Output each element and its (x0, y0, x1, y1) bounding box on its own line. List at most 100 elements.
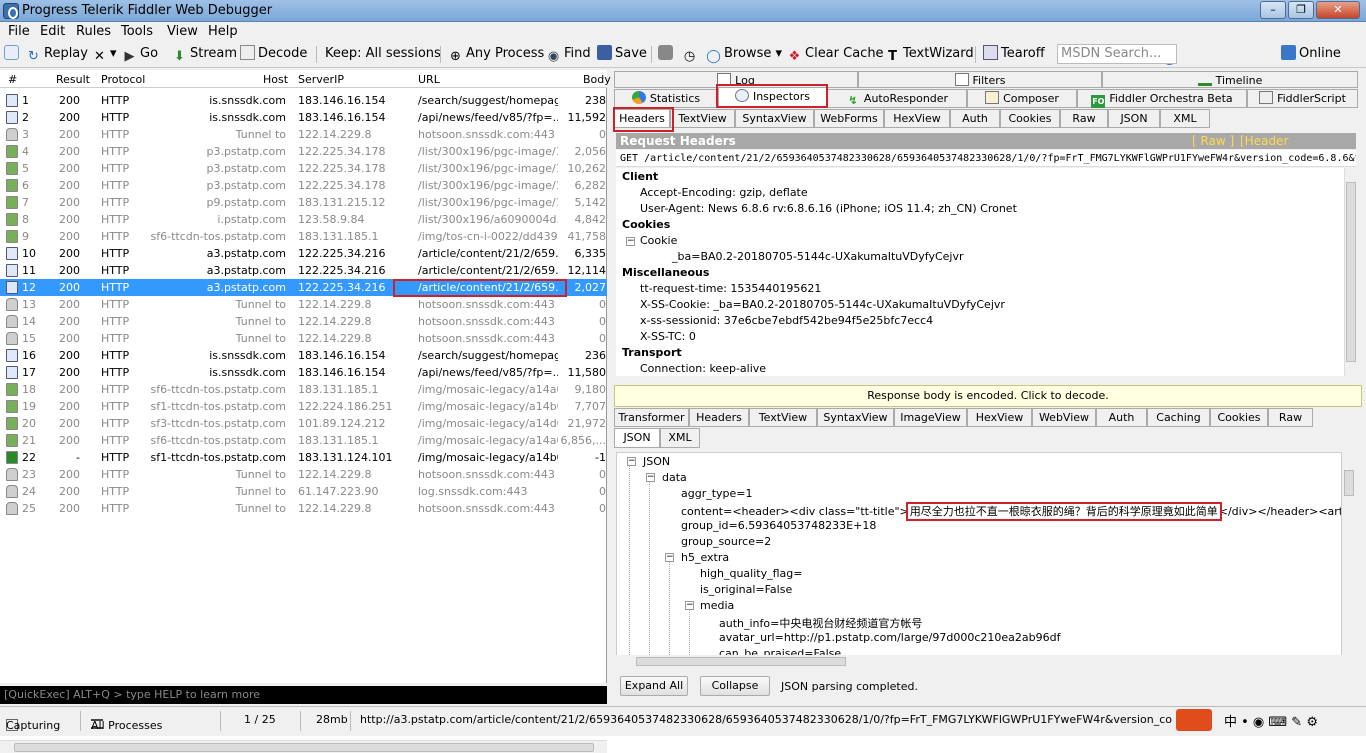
textwizard-button[interactable]: T TextWizard (885, 45, 974, 65)
stream-button[interactable]: ⬇ Stream (172, 45, 237, 65)
session-row[interactable]: 25 200 HTTP Tunnel to 122.14.229.8 hotsoon.sn… (0, 500, 607, 517)
keep-sessions-dropdown[interactable]: Keep: All sessions (325, 45, 441, 65)
session-row[interactable]: 9 200 HTTP sf6-ttcdn-tos.pstatp.com 183.131.… (0, 228, 607, 245)
req-tab-headers[interactable]: Headers (614, 109, 670, 128)
tab-filters[interactable]: Filters (858, 71, 1102, 88)
timer-button[interactable]: ◷ (682, 45, 700, 65)
resp-tab-raw[interactable]: Raw (1268, 408, 1313, 427)
session-row[interactable]: 22 - HTTP sf1-ttcdn-tos.pstatp.com 183.131.1… (0, 449, 607, 466)
any-process-button[interactable]: ⊕ Any Process (448, 45, 544, 65)
collapse-toggle-icon[interactable]: − (685, 601, 694, 610)
msdn-search-input[interactable]: MSDN Search... (1057, 44, 1177, 64)
tearoff-button[interactable]: Tearoff (983, 45, 1045, 65)
resp-tab-webview[interactable]: WebView (1032, 408, 1096, 427)
go-button[interactable]: ▶ Go (122, 45, 159, 65)
resp-tab-hexview[interactable]: HexView (967, 408, 1032, 427)
session-row[interactable]: 12 200 HTTP a3.pstatp.com 122.225.34.216/art… (0, 279, 607, 296)
maximize-button[interactable]: ❐ (1288, 1, 1314, 19)
clear-cache-button[interactable]: ❖ Clear Cache (787, 45, 884, 65)
session-row[interactable]: 13 200 HTTP Tunnel to 122.14.229.8 hotsoon.sn… (0, 296, 607, 313)
col-serverip[interactable]: ServerIP (298, 73, 344, 86)
session-row[interactable]: 14 200 HTTP Tunnel to 122.14.229.8 hotsoon.sn… (0, 313, 607, 330)
resp-tab-caching[interactable]: Caching (1147, 408, 1210, 427)
session-row[interactable]: 7 200 HTTP p9.pstatp.com 183.131.215.12/list… (0, 194, 607, 211)
req-tab-auth[interactable]: Auth (950, 109, 1000, 128)
resp-tab-headers[interactable]: Headers (689, 408, 749, 427)
menu-tools[interactable]: Tools (121, 24, 153, 39)
resp-subtab-xml[interactable]: XML (660, 428, 700, 448)
resp-tab-cookies[interactable]: Cookies (1210, 408, 1268, 427)
menu-rules[interactable]: Rules (76, 24, 111, 39)
expand-all-button[interactable]: Expand All (620, 676, 688, 696)
tab-statistics[interactable]: Statistics (614, 89, 718, 108)
scroll-thumb[interactable] (1344, 470, 1354, 496)
session-row[interactable]: 8 200 HTTP i.pstatp.com 123.58.9.84/list/300… (0, 211, 607, 228)
json-horizontal-scrollbar[interactable] (616, 655, 1342, 669)
collapse-toggle-icon[interactable]: − (665, 553, 674, 562)
resp-subtab-json[interactable]: JSON (614, 428, 660, 448)
session-row[interactable]: 19 200 HTTP sf1-ttcdn-tos.pstatp.com 122.224… (0, 398, 607, 415)
session-row[interactable]: 16 200 HTTP is.snssdk.com 183.146.16.154/sea… (0, 347, 607, 364)
response-encoded-banner[interactable]: Response body is encoded. Click to decod… (614, 385, 1362, 407)
menu-view[interactable]: View (167, 24, 198, 39)
session-row[interactable]: 2 200 HTTP is.snssdk.com 183.146.16.154/api/… (0, 109, 607, 126)
menu-help[interactable]: Help (208, 24, 238, 39)
col-number[interactable]: # (8, 73, 17, 86)
browse-button[interactable]: ◯ Browse ▾ (706, 45, 782, 65)
session-row[interactable]: 6 200 HTTP p3.pstatp.com 122.225.34.178/list… (0, 177, 607, 194)
sessions-horizontal-scrollbar[interactable] (0, 740, 607, 753)
session-row[interactable]: 21 200 HTTP sf6-ttcdn-tos.pstatp.com 183.131… (0, 432, 607, 449)
menu-file[interactable]: File (8, 24, 30, 39)
resp-tab-transformer[interactable]: Transformer (614, 408, 689, 427)
replay-button[interactable]: ↻ Replay (26, 45, 88, 65)
req-tab-cookies[interactable]: Cookies (1000, 109, 1060, 128)
session-row[interactable]: 18 200 HTTP sf6-ttcdn-tos.pstatp.com 183.131… (0, 381, 607, 398)
req-tab-xml[interactable]: XML (1160, 109, 1210, 128)
session-row[interactable]: 10 200 HTTP a3.pstatp.com 122.225.34.216/art… (0, 245, 607, 262)
collapse-toggle-icon[interactable]: − (646, 473, 655, 482)
req-tab-json[interactable]: JSON (1108, 109, 1160, 128)
close-button[interactable]: ✕ (1316, 1, 1360, 19)
req-tab-hexview[interactable]: HexView (884, 109, 950, 128)
find-button[interactable]: ◉ Find (546, 45, 591, 65)
resp-tab-imageview[interactable]: ImageView (894, 408, 967, 427)
req-tab-syntaxview[interactable]: SyntaxView (735, 109, 814, 128)
ime-tray-icons[interactable]: 中 • ◉ ⌨ ✎ ⚙ (1224, 711, 1318, 730)
session-row[interactable]: 4 200 HTTP p3.pstatp.com 122.225.34.178/list… (0, 143, 607, 160)
decode-button[interactable]: Decode (240, 45, 307, 65)
resp-tab-textview[interactable]: TextView (749, 408, 817, 427)
collapse-toggle-icon[interactable]: − (627, 457, 636, 466)
json-vertical-scrollbar[interactable] (1342, 452, 1356, 656)
session-row[interactable]: 24 200 HTTP Tunnel to 61.147.223.90 log.snssd… (0, 483, 607, 500)
online-indicator[interactable]: Online (1281, 45, 1341, 65)
quickexec-input[interactable]: [QuickExec] ALT+Q > type HELP to learn m… (0, 686, 607, 704)
headers-vertical-scrollbar[interactable] (1344, 168, 1357, 376)
req-tab-raw[interactable]: Raw (1060, 109, 1108, 128)
screenshot-button[interactable] (658, 45, 676, 65)
tab-log[interactable]: Log (614, 71, 858, 88)
scroll-thumb[interactable] (1346, 182, 1356, 362)
comment-button[interactable] (4, 45, 22, 65)
menu-edit[interactable]: Edit (40, 24, 65, 39)
session-row[interactable]: 5 200 HTTP p3.pstatp.com 122.225.34.178/list… (0, 160, 607, 177)
col-url[interactable]: URL (418, 73, 440, 86)
session-row[interactable]: 17 200 HTTP is.snssdk.com 183.146.16.154/api… (0, 364, 607, 381)
collapse-button[interactable]: Collapse (700, 676, 770, 696)
collapse-toggle-icon[interactable]: − (626, 237, 635, 246)
req-tab-webforms[interactable]: WebForms (814, 109, 884, 128)
col-result[interactable]: Result (56, 73, 90, 86)
tab-composer[interactable]: Composer (967, 89, 1077, 108)
session-row[interactable]: 11 200 HTTP a3.pstatp.com 122.225.34.216/art… (0, 262, 607, 279)
col-protocol[interactable]: Protocol (101, 73, 145, 86)
session-row[interactable]: 20 200 HTTP sf3-ttcdn-tos.pstatp.com 101.89.… (0, 415, 607, 432)
tab-inspectors[interactable]: Inspectors (718, 87, 827, 108)
session-row[interactable]: 23 200 HTTP Tunnel to 122.14.229.8 hotsoon.sn… (0, 466, 607, 483)
resp-tab-syntaxview[interactable]: SyntaxView (817, 408, 894, 427)
resp-tab-auth[interactable]: Auth (1096, 408, 1147, 427)
minimize-button[interactable]: – (1260, 1, 1286, 19)
col-host[interactable]: Host (263, 73, 288, 86)
remove-button[interactable]: ✕ ▾ (92, 45, 116, 65)
tab-fiddler-orchestra[interactable]: FO Fiddler Orchestra Beta (1077, 89, 1247, 108)
scroll-thumb[interactable] (636, 657, 846, 666)
tab-timeline[interactable]: Timeline (1102, 71, 1358, 88)
